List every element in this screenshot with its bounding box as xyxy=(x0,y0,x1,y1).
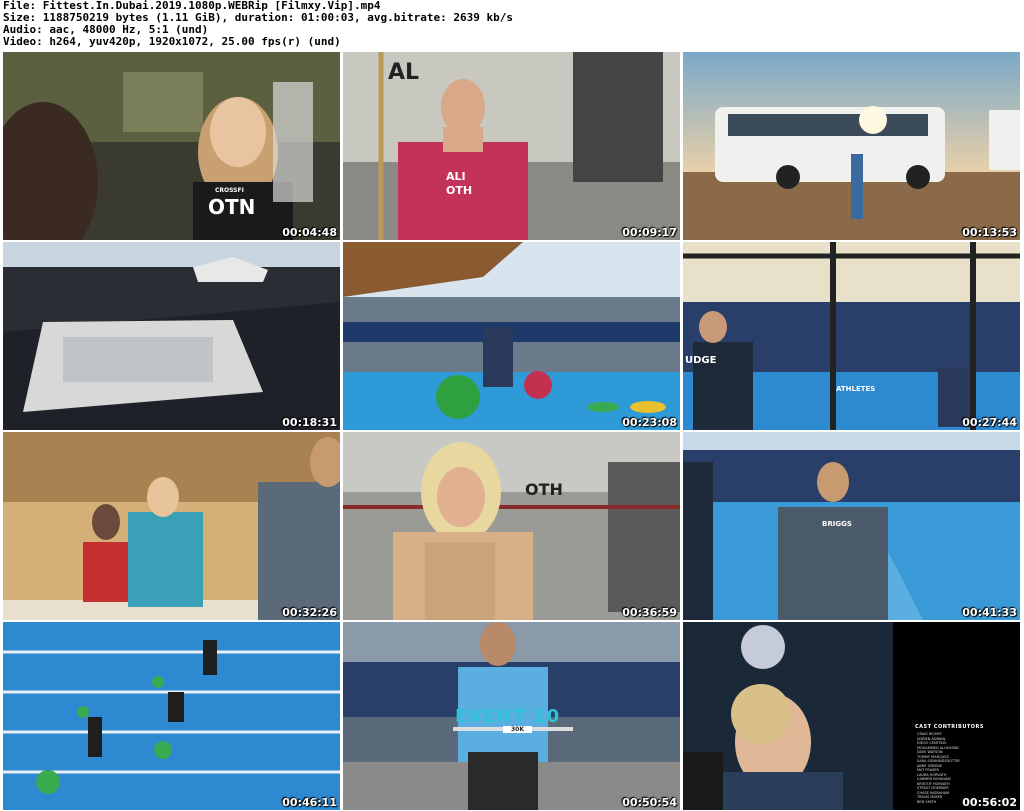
thumbnail-1-image xyxy=(3,52,340,240)
file-info-header: File: Fittest.In.Dubai.2019.1080p.WEBRip… xyxy=(3,0,1021,50)
shirt-top-text: CROSSFI xyxy=(215,187,244,194)
shirt-text: OTN xyxy=(208,195,256,219)
timestamp: 00:09:17 xyxy=(622,226,677,239)
shirt-text: ALI OTH xyxy=(446,170,473,197)
credits-title: CAST CONTRIBUTORS xyxy=(915,724,985,730)
banner-text: ATHLETES xyxy=(836,385,876,393)
timestamp: 00:32:26 xyxy=(282,606,337,619)
thumbnail-4-image xyxy=(3,242,340,430)
timestamp: 00:36:59 xyxy=(622,606,677,619)
video-line: Video: h264, yuv420p, 1920x1072, 25.00 f… xyxy=(3,35,341,48)
timestamp: 00:46:11 xyxy=(282,796,337,809)
bg-wall-text: OTH xyxy=(525,480,563,499)
thumbnail-7[interactable]: 00:32:26 xyxy=(3,432,340,620)
thumbnail-7-image xyxy=(3,432,340,620)
thumbnail-10[interactable]: 00:46:11 xyxy=(3,622,340,810)
shirt-text: BRIGGS xyxy=(822,520,852,528)
bg-wall-text: AL xyxy=(388,60,420,85)
thumbnail-6[interactable]: UDGE ATHLETES 00:27:44 xyxy=(683,242,1020,430)
credits-names: CRAIG RICHEY ADRIEN ADRIAN DIEGO CENTENO MO… xyxy=(917,732,997,804)
timestamp: 00:41:33 xyxy=(962,606,1017,619)
thumbnail-10-image xyxy=(3,622,340,810)
thumbnail-11[interactable]: EVENT 10 30K 00:50:54 xyxy=(343,622,680,810)
event-title-overlay: EVENT 10 xyxy=(455,706,561,727)
thumbnail-5-image xyxy=(343,242,680,430)
thumbnail-12[interactable]: CAST CONTRIBUTORS CRAIG RICHEY ADRIEN ADR… xyxy=(683,622,1020,810)
shirt-text: UDGE xyxy=(685,355,717,366)
timestamp: 00:23:08 xyxy=(622,416,677,429)
thumbnail-5[interactable]: 00:23:08 xyxy=(343,242,680,430)
thumbnail-1[interactable]: OTN CROSSFI 00:04:48 xyxy=(3,52,340,240)
thumbnail-8-image xyxy=(343,432,680,620)
timestamp: 00:18:31 xyxy=(282,416,337,429)
timestamp: 00:13:53 xyxy=(962,226,1017,239)
thumbnail-4[interactable]: 00:18:31 xyxy=(3,242,340,430)
thumbnail-3[interactable]: 00:13:53 xyxy=(683,52,1020,240)
timestamp: 00:04:48 xyxy=(282,226,337,239)
thumbnail-8[interactable]: OTH 00:36:59 xyxy=(343,432,680,620)
thumbnail-6-image xyxy=(683,242,1020,430)
timestamp: 00:27:44 xyxy=(962,416,1017,429)
thumbnail-9[interactable]: BRIGGS 00:41:33 xyxy=(683,432,1020,620)
thumbnail-3-image xyxy=(683,52,1020,240)
timestamp: 00:56:02 xyxy=(962,796,1017,809)
thumbnail-2[interactable]: AL ALI OTH 00:09:17 xyxy=(343,52,680,240)
event-sub-overlay: 30K xyxy=(503,726,532,733)
timestamp: 00:50:54 xyxy=(622,796,677,809)
